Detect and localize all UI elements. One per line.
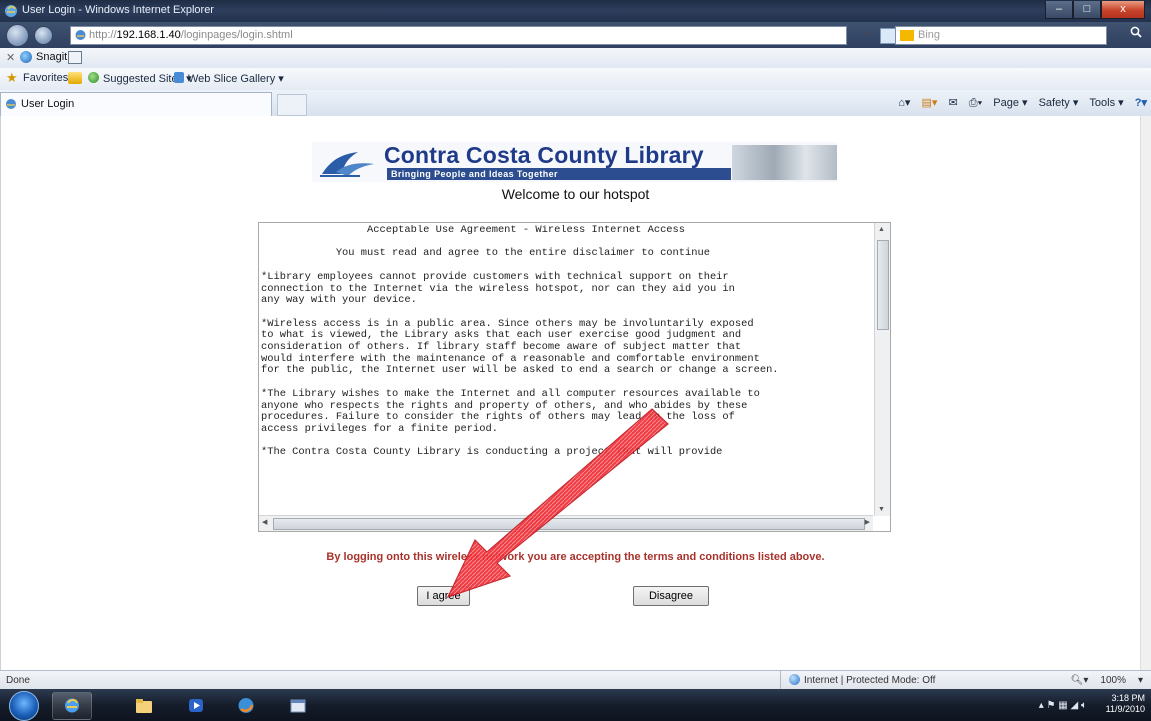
- snagit-capture-icon[interactable]: [68, 51, 82, 64]
- agreement-line: You must read and agree to the entire di…: [261, 247, 710, 260]
- page-menu[interactable]: Page ▾: [993, 97, 1027, 109]
- agree-button[interactable]: I agree: [417, 586, 470, 606]
- search-placeholder: Bing: [918, 29, 941, 41]
- library-building-image: [732, 145, 837, 180]
- url-protocol: http://: [89, 29, 117, 41]
- terms-notice: By logging onto this wireless network yo…: [326, 551, 825, 563]
- favorites-button[interactable]: Favorites: [23, 72, 68, 84]
- web-slice-gallery-link[interactable]: Web Slice Gallery ▾: [188, 72, 284, 85]
- close-button[interactable]: x: [1101, 1, 1145, 19]
- snagit-button[interactable]: Snagit: [36, 51, 67, 63]
- page-icon: [75, 30, 86, 40]
- agreement-horizontal-scrollbar[interactable]: ◀ ▶: [259, 515, 873, 531]
- media-player-icon: [189, 699, 203, 712]
- taskbar-ie-button[interactable]: [52, 692, 92, 720]
- home-icon[interactable]: ⌂▾: [898, 97, 910, 109]
- agreement-vertical-scrollbar[interactable]: ▲ ▼: [874, 223, 890, 516]
- bing-icon: [900, 30, 914, 41]
- favorites-bar: ★ Favorites Suggested Sites ▾ Web Slice …: [0, 68, 1151, 91]
- scroll-down-icon[interactable]: ▼: [878, 506, 885, 513]
- feeds-icon[interactable]: ▤▾: [922, 97, 938, 109]
- agreement-line: access privileges for a finite period.: [261, 422, 498, 435]
- address-toolbar: http://192.168.1.40/loginpages/login.sht…: [0, 22, 1151, 48]
- library-banner: Contra Costa County Library Bringing Peo…: [312, 142, 837, 182]
- taskbar-explorer-button[interactable]: [124, 692, 164, 720]
- zoom-control[interactable]: 🔍︎▾ 100% ▾: [1059, 675, 1143, 686]
- page-icon: [6, 99, 16, 109]
- taskbar-media-player-button[interactable]: [176, 692, 216, 720]
- search-input[interactable]: Bing: [895, 26, 1107, 45]
- agreement-line: Acceptable Use Agreement - Wireless Inte…: [261, 225, 686, 236]
- disagree-button[interactable]: Disagree: [633, 586, 709, 606]
- tab-label: User Login: [21, 98, 75, 110]
- taskbar-app-button[interactable]: [278, 692, 318, 720]
- help-icon[interactable]: ?▾: [1135, 97, 1147, 109]
- forward-button[interactable]: [34, 26, 53, 45]
- status-text: Done: [6, 675, 30, 686]
- url-host: 192.168.1.40: [116, 29, 181, 41]
- agreement-text: Acceptable Use Agreement - Wireless Inte…: [261, 225, 873, 515]
- magnifier-icon: [1130, 26, 1142, 38]
- status-bar: Done Internet | Protected Mode: Off 🔍︎▾ 1…: [0, 670, 1151, 690]
- search-button[interactable]: [1125, 26, 1147, 43]
- library-logo-icon: [320, 152, 374, 177]
- library-name: Contra Costa County Library: [384, 142, 704, 168]
- agreement-line: *The Contra Costa County Library is cond…: [261, 446, 723, 459]
- command-bar: ⌂▾ ▤▾ ✉ ⎙▾ Page ▾ Safety ▾ Tools ▾ ?▾: [890, 96, 1147, 110]
- tab-row: User Login ⌂▾ ▤▾ ✉ ⎙▾ Page ▾ Safety ▾ To…: [0, 90, 1151, 117]
- taskbar: ▴ ⚑ ▦ ◢ 🔈︎ 3:18 PM 11/9/2010: [0, 689, 1151, 721]
- snagit-icon: [20, 51, 32, 63]
- app-window-icon: [290, 699, 306, 713]
- tab-user-login[interactable]: User Login: [0, 92, 272, 116]
- agreement-textarea[interactable]: Acceptable Use Agreement - Wireless Inte…: [258, 222, 891, 532]
- back-button[interactable]: [6, 24, 29, 47]
- system-tray: ▴ ⚑ ▦ ◢ 🔈︎ 3:18 PM 11/9/2010: [1039, 693, 1145, 715]
- scroll-right-icon[interactable]: ▶: [865, 518, 870, 526]
- agreement-line: *The Library wishes to make the Internet…: [261, 387, 760, 400]
- zoom-icon: 🔍︎▾: [1070, 675, 1089, 686]
- web-slice-icon: [174, 72, 184, 83]
- scroll-thumb[interactable]: [273, 518, 865, 530]
- close-toolbar-icon[interactable]: ✕: [6, 51, 15, 64]
- welcome-heading: Welcome to our hotspot: [501, 186, 650, 202]
- minimize-button[interactable]: –: [1045, 1, 1073, 19]
- window-title-bar: User Login - Windows Internet Explorer –…: [0, 0, 1151, 22]
- agreement-line: *Library employees cannot provide custom…: [261, 270, 729, 283]
- add-to-favorites-icon[interactable]: [68, 72, 82, 84]
- start-button[interactable]: [9, 691, 39, 721]
- zoom-level: 100%: [1100, 675, 1126, 686]
- dropdown-arrow-icon[interactable]: ▼: [863, 28, 877, 42]
- clock-date[interactable]: 11/9/2010: [1106, 704, 1145, 715]
- address-input[interactable]: http://192.168.1.40/loginpages/login.sht…: [70, 26, 926, 45]
- window-title: User Login - Windows Internet Explorer: [22, 4, 214, 16]
- safety-menu[interactable]: Safety ▾: [1039, 97, 1079, 109]
- url-path: /loginpages/login.shtml: [180, 29, 293, 41]
- compatibility-view-icon[interactable]: [880, 28, 896, 44]
- read-mail-icon[interactable]: ✉: [948, 97, 957, 109]
- globe-icon: [789, 674, 800, 685]
- scroll-left-icon[interactable]: ◀: [262, 518, 267, 526]
- library-tagline: Bringing People and Ideas Together: [387, 168, 731, 180]
- scroll-thumb[interactable]: [877, 240, 889, 330]
- snagit-toolbar: ✕ Snagit: [0, 48, 1151, 69]
- security-zone[interactable]: Internet | Protected Mode: Off: [780, 671, 935, 690]
- agreement-line: [261, 307, 873, 319]
- agreement-line: consideration of others. If library staf…: [261, 341, 742, 354]
- clock-time[interactable]: 3:18 PM: [1106, 693, 1145, 704]
- print-icon[interactable]: ⎙▾: [969, 97, 982, 109]
- agreement-line: any way with your device.: [261, 294, 417, 307]
- suggested-sites-icon: [88, 72, 99, 83]
- explorer-icon: [136, 699, 152, 713]
- new-tab-button[interactable]: [277, 94, 307, 116]
- tray-icons[interactable]: ▴ ⚑ ▦ ◢ 🔈︎: [1039, 700, 1087, 711]
- taskbar-firefox-button[interactable]: [226, 692, 266, 720]
- scroll-up-icon[interactable]: ▲: [878, 226, 885, 233]
- tools-menu[interactable]: Tools ▾: [1089, 97, 1123, 109]
- internet-explorer-icon: [5, 5, 17, 17]
- firefox-icon: [238, 698, 254, 713]
- maximize-button[interactable]: □: [1073, 1, 1101, 19]
- agreement-line: for the public, the Internet user will b…: [261, 364, 779, 377]
- ie-icon: [65, 698, 79, 713]
- favorites-star-icon: ★: [6, 70, 18, 85]
